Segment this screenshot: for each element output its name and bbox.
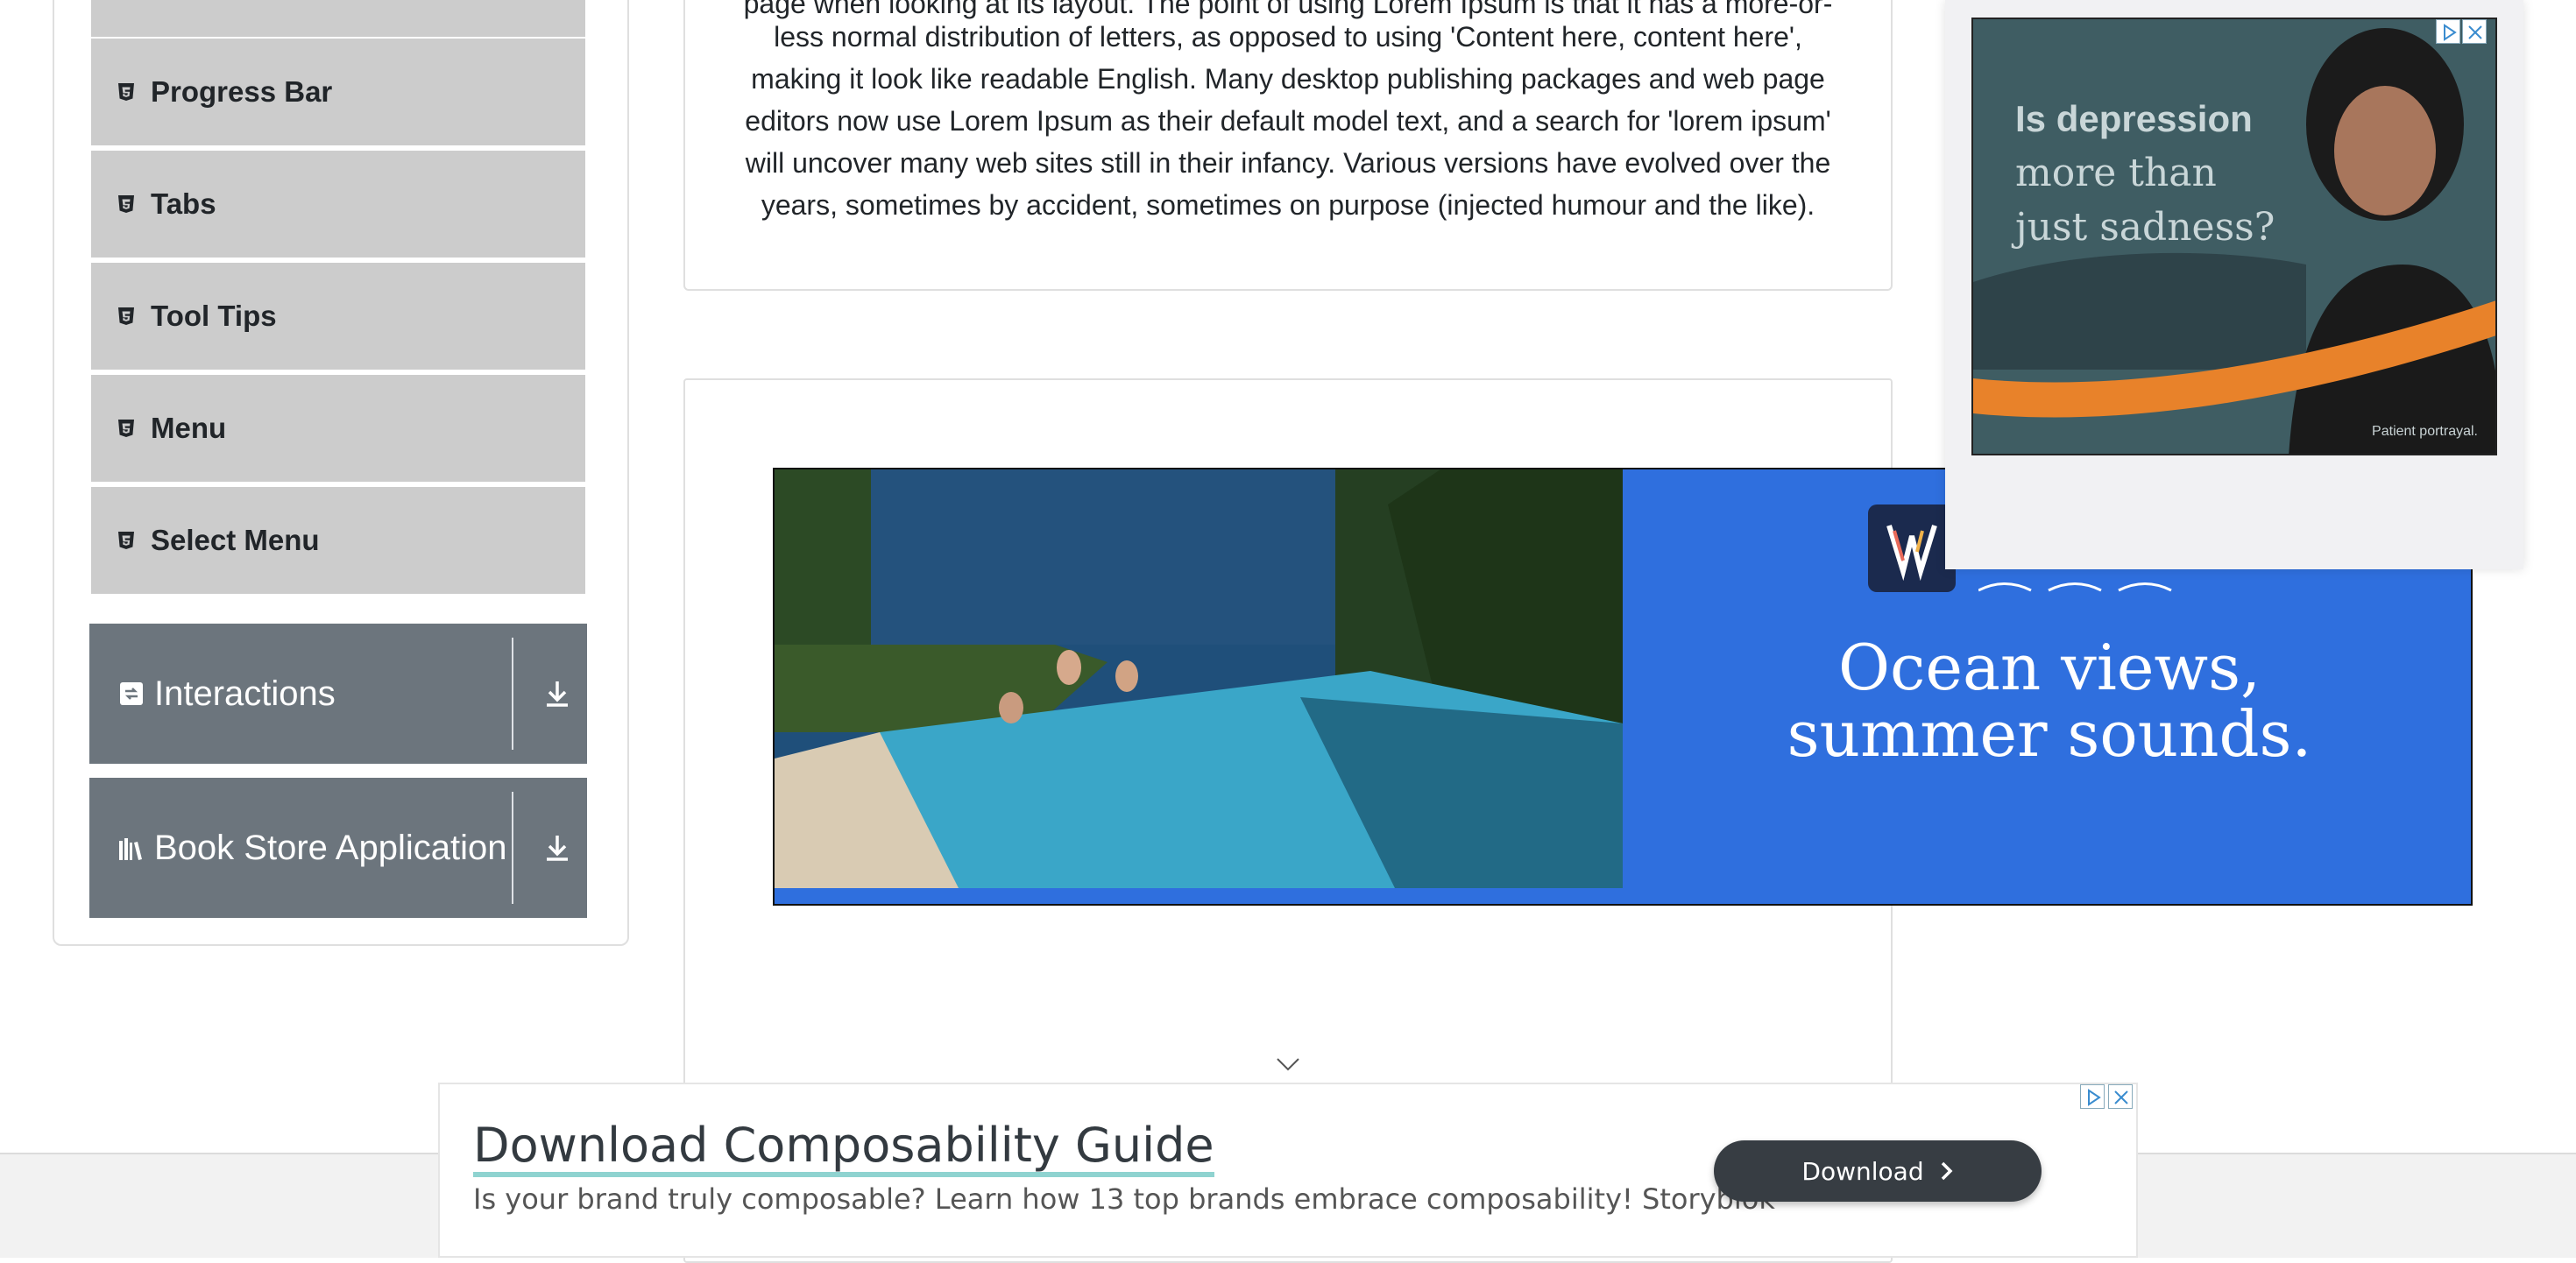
bottom-ad-title[interactable]: Download Composability Guide (473, 1119, 1214, 1177)
banner-progress-strip (801, 888, 1623, 904)
side-ad-headline-line: Is depression (2015, 98, 2253, 139)
chevron-down-icon[interactable] (1276, 1056, 1300, 1072)
group-header-label: Book Store Application (154, 828, 507, 867)
close-ad-icon[interactable] (2462, 19, 2487, 44)
side-ad-headline-line: more than (2015, 151, 2217, 195)
html5-icon (116, 418, 137, 439)
sidebar-item-progress-bar[interactable]: Progress Bar (91, 39, 585, 145)
adchoices-icon[interactable] (2080, 1084, 2105, 1109)
side-ad-caption: Patient portrayal. (2372, 424, 2478, 439)
download-button[interactable]: Download (1714, 1140, 2042, 1202)
download-icon[interactable] (540, 676, 575, 711)
group-header-book-store[interactable]: Book Store Application (89, 778, 587, 918)
html5-icon (116, 81, 137, 102)
brand-logo-icon (1868, 504, 1956, 592)
sidebar-item-label: Progress Bar (151, 75, 333, 108)
banner-headline-line: Ocean views, (1838, 631, 2261, 704)
bottom-ad-description: Is your brand truly composable? Learn ho… (473, 1182, 1775, 1216)
close-ad-icon[interactable] (2108, 1084, 2133, 1109)
html5-icon (116, 306, 137, 327)
bottom-banner-ad[interactable]: Download Composability Guide Is your bra… (438, 1083, 2138, 1258)
interactions-icon (117, 680, 145, 708)
group-divider (512, 792, 513, 904)
adchoices-icon[interactable] (2436, 19, 2460, 44)
banner-headline-line: summer sounds. (1787, 697, 2312, 771)
sidebar-item-label: Tool Tips (151, 300, 277, 332)
paragraph-line: less normal distribution of letters, as … (774, 21, 1802, 53)
paragraph-line: making it look like readable English. Ma… (751, 63, 1825, 95)
download-button-label: Download (1801, 1156, 1924, 1186)
side-ad-headline-line: just sadness? (2015, 205, 2275, 250)
paragraph-line: years, sometimes by accident, sometimes … (761, 189, 1815, 221)
side-ad[interactable]: Is depression more than just sadness? Pa… (1971, 18, 2497, 455)
group-divider (512, 638, 513, 750)
download-icon[interactable] (540, 830, 575, 865)
pool-photo (775, 469, 1623, 888)
paragraph-line: editors now use Lorem Ipsum as their def… (745, 105, 1831, 137)
group-header-interactions[interactable]: Interactions (89, 624, 587, 764)
sidebar-item-label: Menu (151, 412, 227, 444)
sidebar-item-tabs[interactable]: Tabs (91, 151, 585, 258)
sidebar-item-partial[interactable] (91, 0, 585, 37)
paragraph-line: will uncover many web sites still in the… (745, 147, 1831, 179)
sidebar-item-label: Select Menu (151, 524, 320, 556)
sidebar-item-label: Tabs (151, 187, 216, 220)
sidebar-item-menu[interactable]: Menu (91, 375, 585, 482)
sidebar-item-select-menu[interactable]: Select Menu (91, 487, 585, 594)
sidebar-item-tool-tips[interactable]: Tool Tips (91, 263, 585, 370)
books-icon (117, 834, 145, 862)
html5-icon (116, 194, 137, 215)
chevron-right-icon (1941, 1161, 1953, 1181)
group-header-label: Interactions (154, 674, 336, 713)
html5-icon (116, 530, 137, 551)
